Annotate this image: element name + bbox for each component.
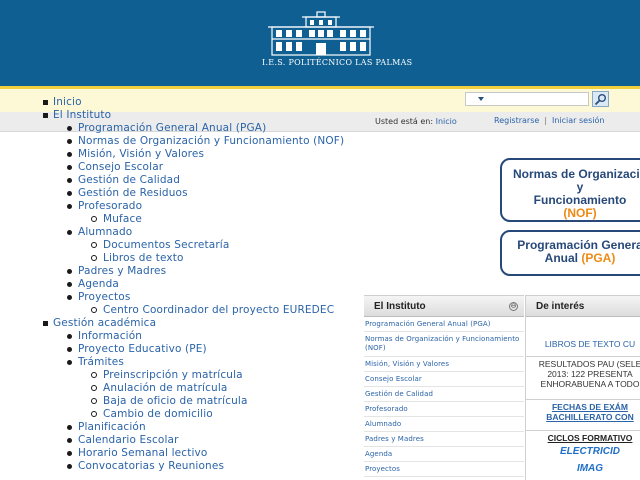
menu-item[interactable]: El Instituto (0, 109, 344, 122)
breadcrumb-label: Usted está en: (375, 117, 434, 126)
panel-link[interactable]: Profesorado (364, 402, 524, 417)
pau-line: 2013: 122 PRESENTA (547, 369, 633, 379)
menu-item[interactable]: Gestión académica (0, 317, 344, 330)
pau-results-item[interactable]: RESULTADOS PAU (SELE 2013: 122 PRESENTA … (525, 356, 640, 389)
electricidad-link[interactable]: ELECTRICID (525, 446, 640, 457)
menu-item[interactable]: Agenda (0, 278, 344, 291)
panel-link[interactable]: Programación General Anual (PGA) (364, 317, 524, 332)
panel-link[interactable]: Padres y Madres (364, 432, 524, 447)
breadcrumb-home-link[interactable]: Inicio (436, 117, 457, 126)
panel-link[interactable]: Misión, Visión y Valores (364, 357, 524, 372)
menu-item[interactable]: Libros de texto (0, 252, 344, 265)
building-logo-icon (268, 11, 374, 56)
menu-item[interactable]: Horario Semanal lectivo (0, 447, 344, 460)
panel-link[interactable]: Consejo Escolar (364, 372, 524, 387)
menu-item[interactable]: Gestión de Calidad (0, 174, 344, 187)
menu-item[interactable]: Centro Coordinador del proyecto EUREDEC (0, 304, 344, 317)
interes-content-clip: LIBROS DE TEXTO CU RESULTADOS PAU (SELE … (525, 0, 640, 480)
menu-item[interactable]: Misión, Visión y Valores (0, 148, 344, 161)
libros-link[interactable]: LIBROS DE TEXTO CU (525, 339, 640, 349)
menu-item[interactable]: Padres y Madres (0, 265, 344, 278)
menu-item[interactable]: Convocatorias y Reuniones (0, 460, 344, 473)
ciclos-link[interactable]: CICLOS FORMATIVO (525, 430, 640, 443)
panel-link[interactable]: Normas de Organización y Funcionamiento … (364, 332, 524, 357)
fechas-line: FECHAS DE EXÁM (551, 402, 629, 412)
menu-item[interactable]: Profesorado (0, 200, 344, 213)
menu-item[interactable]: Alumnado (0, 226, 344, 239)
pau-line: RESULTADOS PAU (SELE (538, 359, 640, 369)
menu-item[interactable]: Información (0, 330, 344, 343)
menu-item[interactable]: Preinscripción y matrícula (0, 369, 344, 382)
menu-item[interactable]: Consejo Escolar (0, 161, 344, 174)
menu-item[interactable]: Normas de Organización y Funcionamiento … (0, 135, 344, 148)
menu-item[interactable]: Proyectos (0, 291, 344, 304)
site-menu: Inicio El Instituto Programación General… (0, 96, 344, 473)
imagen-link[interactable]: IMAG (525, 463, 640, 474)
panel-link[interactable]: Alumnado (364, 417, 524, 432)
menu-item[interactable]: Baja de oficio de matrícula (0, 395, 344, 408)
menu-item[interactable]: Gestión de Residuos (0, 187, 344, 200)
fechas-line: BACHILLERATO CON (546, 412, 634, 422)
menu-item[interactable]: Anulación de matrícula (0, 382, 344, 395)
breadcrumb: Usted está en: Inicio (375, 117, 457, 126)
menu-item[interactable]: Inicio (0, 96, 344, 109)
panel-link[interactable]: Gestión de Calidad (364, 387, 524, 402)
institute-logo[interactable]: I.E.S. POLITÉCNICO LAS PALMAS (262, 11, 413, 71)
instituto-list: Programación General Anual (PGA) Normas … (364, 317, 524, 477)
panel-header: El Instituto ⊖ (364, 295, 524, 317)
menu-item[interactable]: Cambio de domicilio (0, 408, 344, 421)
menu-item[interactable]: Calendario Escolar (0, 434, 344, 447)
chevron-down-icon (478, 97, 484, 101)
logo-text: I.E.S. POLITÉCNICO LAS PALMAS (262, 58, 413, 67)
collapse-icon[interactable]: ⊖ (509, 302, 518, 311)
instituto-panel: El Instituto ⊖ Programación General Anua… (364, 295, 524, 480)
panel-title: El Instituto (374, 301, 426, 312)
menu-item[interactable]: Trámites (0, 356, 344, 369)
fechas-link[interactable]: FECHAS DE EXÁM BACHILLERATO CON (525, 399, 640, 422)
panel-link[interactable]: Proyectos (364, 462, 524, 477)
menu-item[interactable]: Proyecto Educativo (PE) (0, 343, 344, 356)
pau-line: ENHORABUENA A TODO (540, 379, 640, 389)
menu-item[interactable]: Programación General Anual (PGA) (0, 122, 344, 135)
panel-link[interactable]: Agenda (364, 447, 524, 462)
menu-item[interactable]: Muface (0, 213, 344, 226)
menu-item[interactable]: Documentos Secretaría (0, 239, 344, 252)
menu-item[interactable]: Planificación (0, 421, 344, 434)
